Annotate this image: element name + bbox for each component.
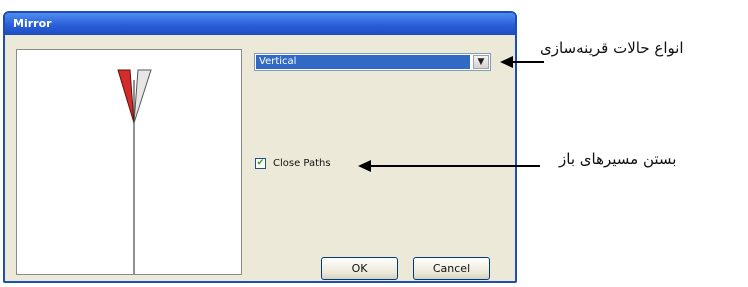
mirror-mode-select[interactable]: Vertical ▼ <box>254 53 491 71</box>
dialog-title: Mirror <box>5 13 515 35</box>
mode-annotation: انواع حالات قرینه‌سازی <box>540 39 684 57</box>
mirrored-shape <box>133 69 152 124</box>
close-paths-annotation: بستن مسیرهای باز <box>559 150 677 168</box>
chevron-down-icon[interactable]: ▼ <box>473 55 489 69</box>
mode-pointer-arrow <box>500 56 544 68</box>
close-paths-checkbox[interactable]: ✔ <box>255 157 266 169</box>
close-paths-pointer-arrow <box>358 160 540 172</box>
mirror-dialog: Mirror Vertical ▼ ✔ Close Paths OK Cance… <box>3 11 517 283</box>
close-paths-option[interactable]: ✔ Close Paths <box>255 156 331 170</box>
ok-button[interactable]: OK <box>321 257 398 280</box>
cancel-button[interactable]: Cancel <box>413 257 490 280</box>
close-paths-label: Close Paths <box>273 157 331 169</box>
original-shape <box>117 69 135 124</box>
mirror-preview <box>16 49 242 275</box>
mirror-mode-value: Vertical <box>256 55 470 69</box>
